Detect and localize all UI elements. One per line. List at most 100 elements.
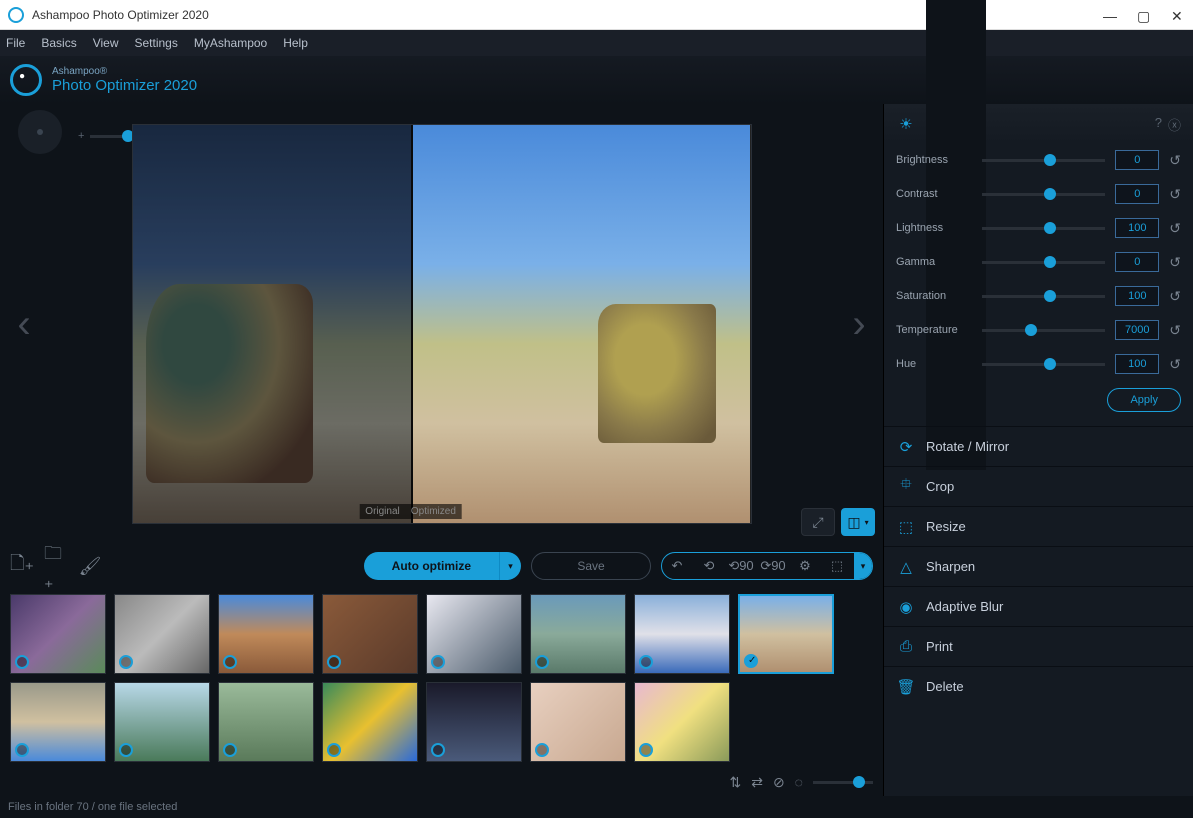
thumbnail[interactable] — [218, 682, 314, 762]
undo-button[interactable]: ↶ — [662, 553, 692, 579]
auto-optimize-dropdown[interactable]: ▾ — [499, 552, 521, 580]
correction-row-contrast: Contrast0↺ — [896, 184, 1181, 204]
sort-vertical-icon[interactable]: ⇅ — [729, 774, 741, 791]
minimize-button[interactable]: — — [1103, 8, 1117, 22]
correction-slider[interactable] — [982, 295, 1105, 298]
print-section[interactable]: ⎙ Print — [884, 626, 1193, 666]
apply-button[interactable]: Apply — [1107, 388, 1181, 412]
resize-icon: ⬚ — [896, 518, 916, 536]
thumbnail[interactable] — [114, 682, 210, 762]
rotate-right-button[interactable]: ⟳90 — [758, 553, 788, 579]
blur-section[interactable]: ◉ Adaptive Blur — [884, 586, 1193, 626]
correction-header[interactable]: ☀ Correction ? ⓧ — [884, 104, 1193, 144]
correction-slider[interactable] — [982, 261, 1105, 264]
deselect-icon[interactable]: ◌ — [795, 774, 803, 790]
correction-slider[interactable] — [982, 227, 1105, 230]
reset-icon[interactable]: ↺ — [1169, 220, 1181, 237]
crop-icon: ⯐ — [896, 474, 916, 499]
thumbnail[interactable] — [530, 594, 626, 674]
correction-row-temperature: Temperature 7000 ↺ — [896, 320, 1181, 340]
thumbnail[interactable] — [426, 682, 522, 762]
crop-section[interactable]: ⯐ Crop — [884, 466, 1193, 506]
brand-logo-icon — [10, 64, 42, 96]
correction-value-input[interactable]: 100 — [1115, 218, 1159, 238]
correction-row-brightness: Brightness 0 ↺ — [896, 150, 1181, 170]
resize-section[interactable]: ⬚ Resize — [884, 506, 1193, 546]
main-toolbar: 🗋₊ 🗀₊ 🖌 Auto optimize▾ Save ↶ ⟲ ⟲90 ⟳90 … — [0, 544, 883, 588]
rotate-left-button[interactable]: ⟲90 — [726, 553, 756, 579]
correction-slider[interactable] — [982, 329, 1105, 332]
thumbnail[interactable] — [322, 594, 418, 674]
add-folder-icon[interactable]: 🗀₊ — [44, 554, 68, 578]
reset-icon[interactable]: ↺ — [1169, 254, 1181, 271]
reset-icon[interactable]: ↺ — [1169, 356, 1181, 373]
correction-value-input[interactable]: 100 — [1115, 354, 1159, 374]
thumbnail[interactable] — [10, 594, 106, 674]
split-handle[interactable] — [411, 125, 413, 523]
menu-help[interactable]: Help — [283, 36, 308, 50]
correction-value-input[interactable]: 0 — [1115, 150, 1159, 170]
thumbnail[interactable] — [218, 594, 314, 674]
compare-mode-button[interactable]: ◫▾ — [841, 508, 875, 536]
menu-myashampoo[interactable]: MyAshampoo — [194, 36, 267, 50]
correction-label: Temperature — [896, 324, 972, 336]
select-all-icon[interactable]: ⊘ — [773, 774, 785, 791]
auto-optimize-button[interactable]: Auto optimize▾ — [364, 552, 521, 580]
brand-big: Photo Optimizer 2020 — [52, 77, 197, 94]
thumbnail[interactable] — [634, 594, 730, 674]
correction-value-input[interactable]: 7000 — [1115, 320, 1159, 340]
menu-file[interactable]: File — [6, 36, 25, 50]
help-icon[interactable]: ? — [1155, 115, 1162, 134]
thumbnail[interactable] — [530, 682, 626, 762]
add-file-icon[interactable]: 🗋₊ — [10, 554, 34, 578]
blur-icon: ◉ — [896, 598, 916, 616]
settings-gear-icon[interactable]: ⚙ — [790, 553, 820, 579]
reset-icon[interactable]: ↺ — [1169, 152, 1181, 169]
reset-icon[interactable]: ↺ — [1169, 288, 1181, 305]
correction-value-input[interactable]: 0 — [1115, 184, 1159, 204]
correction-label: Brightness — [896, 154, 972, 166]
marquee-icon[interactable]: ⬚ — [822, 553, 852, 579]
pan-control[interactable] — [18, 110, 62, 154]
thumbnail[interactable] — [10, 682, 106, 762]
correction-value-input[interactable]: 0 — [1115, 252, 1159, 272]
correction-label: Gamma — [896, 256, 972, 268]
menu-basics[interactable]: Basics — [41, 36, 76, 50]
preview-image[interactable]: Original Optimized — [132, 124, 752, 524]
thumbnail-strip — [0, 588, 883, 768]
correction-slider[interactable] — [982, 193, 1105, 196]
correction-icon: ☀ — [896, 115, 916, 133]
rotate-mirror-section[interactable]: ⟳ Rotate / Mirror — [884, 426, 1193, 466]
thumbnail[interactable] — [634, 682, 730, 762]
app-icon — [8, 7, 24, 23]
undo-all-button[interactable]: ⟲ — [694, 553, 724, 579]
brush-icon[interactable]: 🖌 — [78, 554, 102, 578]
correction-value-input[interactable]: 100 — [1115, 286, 1159, 306]
history-tool-cluster: ↶ ⟲ ⟲90 ⟳90 ⚙ ⬚ ▾ — [661, 552, 873, 580]
sharpen-section[interactable]: △ Sharpen — [884, 546, 1193, 586]
correction-label: Hue — [896, 358, 972, 370]
zoom-plus-icon[interactable]: + — [78, 130, 84, 142]
correction-slider[interactable] — [982, 363, 1105, 366]
next-photo-button[interactable]: › — [835, 302, 883, 347]
reset-icon[interactable]: ↺ — [1169, 322, 1181, 339]
tool-cluster-dropdown[interactable]: ▾ — [854, 553, 872, 579]
reset-icon[interactable]: ↺ — [1169, 186, 1181, 203]
save-button[interactable]: Save — [531, 552, 651, 580]
prev-photo-button[interactable]: ‹ — [0, 302, 48, 347]
correction-slider[interactable] — [982, 159, 1105, 162]
sort-horizontal-icon[interactable]: ⇄ — [751, 774, 763, 791]
maximize-button[interactable]: ▢ — [1137, 8, 1151, 22]
menu-settings[interactable]: Settings — [134, 36, 177, 50]
fullscreen-button[interactable]: ⤢ — [801, 508, 835, 536]
close-button[interactable]: ✕ — [1171, 8, 1185, 22]
thumbnail[interactable] — [114, 594, 210, 674]
delete-section[interactable]: 🗑 Delete — [884, 666, 1193, 706]
thumbnail-selected[interactable] — [738, 594, 834, 674]
original-label: Original — [365, 506, 399, 517]
thumbnail[interactable] — [322, 682, 418, 762]
menu-view[interactable]: View — [93, 36, 119, 50]
thumbnail[interactable] — [426, 594, 522, 674]
thumb-size-slider[interactable] — [813, 781, 873, 784]
close-panel-icon[interactable]: ⓧ — [1168, 115, 1181, 134]
